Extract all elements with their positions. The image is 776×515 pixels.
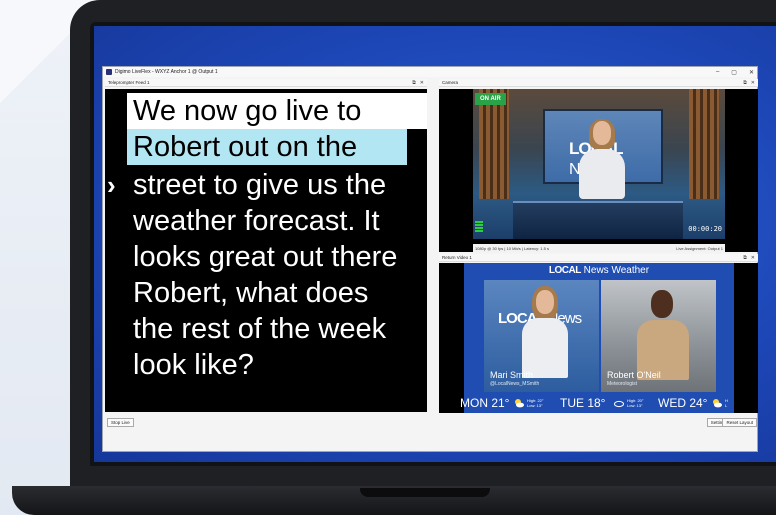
laptop-screen: Digimo LiveFlex - WXYZ Anchor 1 @ Output… — [94, 26, 776, 462]
studio-wall-panel — [479, 89, 509, 199]
prompter-line: looks great out there — [133, 241, 398, 273]
broadcast-graphic: LOCAL News Weather LOCAL News Mari Smith… — [460, 263, 734, 413]
forecast-day: MON 21° — [460, 396, 510, 410]
anchor-lower-third: Mari Smith @LocalNews_MSmith — [484, 370, 599, 392]
close-panel-icon[interactable]: ✕ — [751, 255, 755, 261]
anchor-desk — [513, 201, 683, 239]
partly-sunny-icon — [515, 399, 524, 408]
pop-out-icon[interactable]: ⧉ — [412, 80, 416, 86]
bottom-toolbar: Stop Live Settings Reset Layout — [105, 416, 757, 428]
prompter-cursor-icon: › — [107, 170, 116, 200]
teleprompter-feed[interactable]: We now go live to Robert out on the › st… — [105, 89, 427, 412]
prompter-line: the rest of the week — [133, 313, 387, 345]
studio-scene: LOCAL News — [473, 89, 725, 239]
anchor-name: Mari Smith — [490, 370, 534, 380]
anchor-handle: @LocalNews_MSmith — [490, 381, 540, 387]
audio-meter — [475, 221, 483, 233]
reporter-role: Meteorologist — [607, 381, 638, 387]
app-window: Digimo LiveFlex - WXYZ Anchor 1 @ Output… — [102, 66, 758, 452]
teleprompter-panel-title: Teleprompter Feed 1 — [108, 80, 150, 85]
on-air-badge: ON AIR — [475, 93, 506, 105]
prompter-line: look like? — [133, 349, 254, 381]
camera-panel-header: Camera ⧉ ✕ — [439, 79, 758, 87]
forecast-range: High: 20° Low: 13° — [627, 398, 644, 408]
maximize-button[interactable]: ▢ — [731, 69, 737, 76]
reporter-name: Robert O'Neil — [607, 370, 661, 380]
timecode: 00:00:20 — [688, 225, 722, 233]
weather-ticker: MON 21° High: 22° Low: 13° TUE 18° High: … — [460, 395, 734, 413]
forecast-range: HL — [725, 398, 728, 408]
studio-anchor-box: LOCAL News Mari Smith @LocalNews_MSmith — [484, 280, 599, 392]
return-video-panel-header: Return Video 1 ⧉ ✕ — [439, 254, 758, 262]
live-assignment: Live Assignment: Output 1 — [676, 245, 723, 251]
prompter-line: weather forecast. It — [133, 205, 380, 237]
prompter-line-highlighted: Robert out on the — [127, 129, 407, 165]
window-title: Digimo LiveFlex - WXYZ Anchor 1 @ Output… — [115, 69, 218, 75]
return-video-panel-title: Return Video 1 — [442, 255, 472, 260]
app-icon — [106, 69, 112, 75]
pop-out-icon[interactable]: ⧉ — [743, 80, 747, 86]
forecast-day: WED 24° — [658, 396, 708, 410]
laptop-lid: Digimo LiveFlex - WXYZ Anchor 1 @ Output… — [70, 0, 776, 486]
teleprompter-panel-header: Teleprompter Feed 1 ⧉ ✕ — [105, 79, 427, 87]
reset-layout-button[interactable]: Reset Layout — [722, 418, 757, 427]
partly-sunny-icon — [713, 399, 722, 408]
close-panel-icon[interactable]: ✕ — [420, 80, 424, 86]
minimize-button[interactable]: – — [716, 69, 719, 75]
return-video-preview: LOCAL News Weather LOCAL News Mari Smith… — [439, 263, 758, 413]
close-panel-icon[interactable]: ✕ — [751, 80, 755, 86]
studio-wall-panel — [689, 89, 719, 199]
field-reporter-box: Robert O'Neil Meteorologist — [601, 280, 716, 392]
forecast-day: TUE 18° — [560, 396, 606, 410]
window-titlebar: Digimo LiveFlex - WXYZ Anchor 1 @ Output… — [103, 67, 757, 77]
close-window-button[interactable]: ✕ — [749, 69, 754, 76]
prompter-line: We now go live to — [127, 93, 427, 129]
camera-status-bar: 1080p @ 30 fps | 10 Mb/s | Latency: 1.5 … — [473, 244, 725, 252]
prompter-line-current: › street to give us the — [107, 169, 387, 201]
reporter-lower-third: Robert O'Neil Meteorologist — [601, 370, 716, 392]
prompter-line: Robert, what does — [133, 277, 369, 309]
stream-stats: 1080p @ 30 fps | 10 Mb/s | Latency: 1.5 … — [475, 245, 549, 251]
broadcast-header: LOCAL News Weather — [548, 265, 650, 276]
pop-out-icon[interactable]: ⧉ — [743, 255, 747, 261]
camera-preview: LOCAL News ON AIR 00:00:20 1080p @ 30 fp… — [439, 89, 758, 252]
laptop-hinge-notch — [360, 488, 490, 497]
cloud-icon — [614, 400, 624, 408]
stop-live-button[interactable]: Stop Live — [107, 418, 134, 427]
forecast-range: High: 22° Low: 13° — [527, 398, 544, 408]
camera-panel-title: Camera — [442, 80, 459, 85]
